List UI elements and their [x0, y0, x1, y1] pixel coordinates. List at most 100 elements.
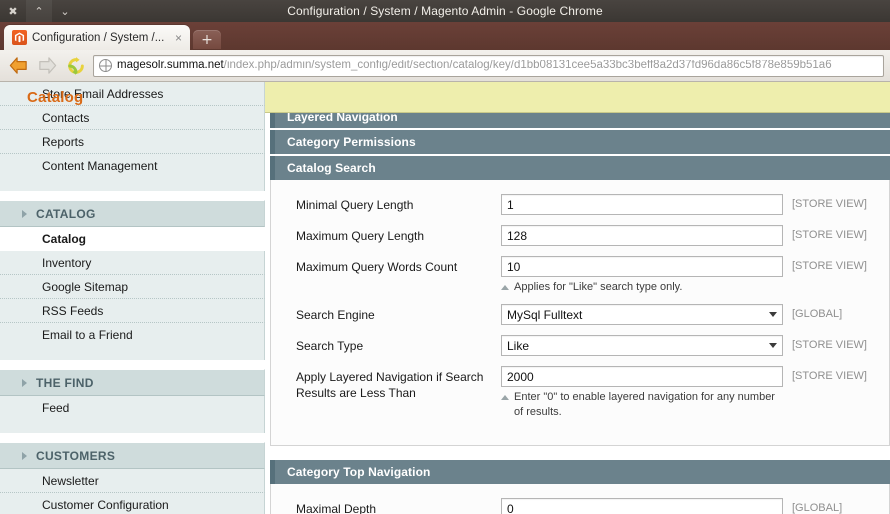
field-scope-maximal-depth: [GLOBAL]	[792, 502, 843, 514]
nav-group-padding	[0, 420, 265, 433]
select-value: MySql Fulltext	[507, 307, 583, 322]
sidebar-item-newsletter[interactable]: Newsletter	[0, 469, 265, 493]
field-scope-minimal-query-length: [STORE VIEW]	[792, 198, 867, 210]
section-header-category-top-navigation[interactable]: Category Top Navigation	[270, 460, 890, 484]
sidebar-item-label: Customer Configuration	[42, 498, 169, 512]
input-maximal-depth[interactable]: 0	[501, 498, 783, 514]
section-header-catalog-search[interactable]: Catalog Search	[270, 156, 890, 180]
nav-group-padding	[0, 178, 265, 191]
sidebar-item-catalog[interactable]: Catalog	[0, 227, 265, 251]
sidebar-item-feed[interactable]: Feed	[0, 396, 265, 420]
browser-tab[interactable]: Configuration / System /... ×	[4, 25, 190, 50]
window-close-icon[interactable]: ✖	[0, 0, 26, 22]
address-bar[interactable]: magesolr.summa.net/index.php/admin/syste…	[93, 54, 884, 77]
url-path: /index.php/admin/system_config/edit/sect…	[223, 59, 832, 71]
nav-group-padding	[0, 347, 265, 360]
chevron-right-icon	[22, 209, 27, 218]
sidebar-item-google-sitemap[interactable]: Google Sitemap	[0, 275, 265, 299]
nav-group-gap	[0, 360, 265, 369]
field-label-search-engine: Search Engine	[296, 308, 375, 322]
section-category-top-navigation: Category Top Navigation Maximal Depth 0 [GL…	[270, 460, 890, 514]
select-value: Like	[507, 338, 530, 353]
input-value: 0	[507, 501, 514, 514]
input-maximum-query-length[interactable]: 128	[501, 225, 783, 246]
section-header-category-permissions[interactable]: Category Permissions	[270, 130, 890, 154]
sidebar-group-label: THE FIND	[36, 375, 94, 390]
input-minimal-query-length[interactable]: 1	[501, 194, 783, 215]
new-tab-button[interactable]: +	[193, 30, 221, 49]
sidebar-item-email-to-a-friend[interactable]: Email to a Friend	[0, 323, 265, 347]
sidebar-item-label: Email to a Friend	[42, 328, 133, 342]
field-control-apply-layered-navigation-if-search-results-are-less-than: 2000 Enter "0" to enable layered navigati…	[501, 366, 783, 420]
field-label-minimal-query-length: Minimal Query Length	[296, 198, 414, 212]
config-content: PriceLayered Navigation Category Permiss…	[265, 82, 890, 514]
hint-triangle-icon	[501, 395, 509, 400]
field-row-search-engine: Search Engine MySql Fulltext [GLOBAL]	[271, 304, 889, 326]
globe-icon	[99, 59, 112, 72]
hint-triangle-icon	[501, 285, 509, 290]
nav-group-gap	[0, 433, 265, 442]
field-label-maximum-query-words-count: Maximum Query Words Count	[296, 260, 458, 274]
field-control-maximum-query-length: 128	[501, 225, 783, 246]
window-titlebar: ✖ ⌃ ⌄ Configuration / System / Magento A…	[0, 0, 890, 22]
sidebar-group-catalog[interactable]: CATALOG	[0, 200, 265, 227]
sidebar-item-label: Content Management	[42, 159, 158, 173]
browser-tab-title: Configuration / System /...	[32, 31, 165, 44]
input-maximum-query-words-count[interactable]: 10	[501, 256, 783, 277]
sidebar-item-label: Inventory	[42, 255, 92, 270]
section-list: Catalog Search Minimal Query Length 1 [STOR…	[270, 156, 890, 514]
section-catalog-search: Catalog Search Minimal Query Length 1 [STOR…	[270, 156, 890, 446]
input-value: 128	[507, 228, 528, 243]
field-control-minimal-query-length: 1	[501, 194, 783, 215]
sidebar-item-inventory[interactable]: Inventory	[0, 251, 265, 275]
back-button-icon[interactable]	[6, 54, 30, 78]
sidebar-item-customer-configuration[interactable]: Customer Configuration	[0, 493, 265, 514]
sidebar-group-customers[interactable]: CUSTOMERS	[0, 442, 265, 469]
sidebar-item-reports[interactable]: Reports	[0, 130, 265, 154]
select-search-type[interactable]: Like	[501, 335, 783, 356]
admin-page: Store Email Addresses Contacts Reports Cont…	[0, 82, 890, 514]
sidebar-item-label: Catalog	[42, 232, 87, 246]
field-control-search-engine: MySql Fulltext	[501, 304, 783, 325]
chevron-right-icon	[22, 451, 27, 460]
sidebar-group-the-find[interactable]: THE FIND	[0, 369, 265, 396]
field-control-maximal-depth: 0	[501, 498, 783, 514]
sidebar-item-label: Google Sitemap	[42, 279, 129, 294]
field-scope-apply-layered-navigation-if-search-results-are-less-than: [STORE VIEW]	[792, 370, 867, 382]
sidebar-item-contacts[interactable]: Contacts	[0, 106, 265, 130]
sidebar-group-label: CUSTOMERS	[36, 448, 116, 463]
sidebar-item-rss-feeds[interactable]: RSS Feeds	[0, 299, 265, 323]
sidebar-item-label: Contacts	[42, 110, 90, 125]
section-body: Maximal Depth 0 [GLOBAL]	[270, 484, 890, 514]
sidebar-item-label: Newsletter	[42, 473, 99, 488]
field-row-maximal-depth: Maximal Depth 0 [GLOBAL]	[271, 498, 889, 514]
field-row-maximum-query-words-count: Maximum Query Words Count 10 Applies for "…	[271, 256, 889, 295]
select-search-engine[interactable]: MySql Fulltext	[501, 304, 783, 325]
tab-close-icon[interactable]: ×	[173, 32, 184, 44]
sidebar-item-store-email-addresses[interactable]: Store Email Addresses	[0, 82, 265, 106]
window-minimize-icon[interactable]: ⌄	[52, 0, 78, 22]
message-overlay-band	[265, 82, 890, 113]
sidebar-item-content-management[interactable]: Content Management	[0, 154, 265, 178]
collapsed-sections: Category Permissions	[270, 130, 890, 154]
window-maximize-icon[interactable]: ⌃	[26, 0, 52, 22]
field-hint-text: Enter "0" to enable layered navigation f…	[514, 391, 775, 418]
section-header-title: Category Top Navigation	[287, 465, 431, 479]
field-scope-maximum-query-length: [STORE VIEW]	[792, 229, 867, 241]
config-sidebar: Store Email Addresses Contacts Reports Cont…	[0, 82, 265, 514]
input-apply-layered-navigation-if-search-results-are-less-than[interactable]: 2000	[501, 366, 783, 387]
address-bar-url: magesolr.summa.net/index.php/admin/syste…	[117, 60, 832, 72]
window-title: Configuration / System / Magento Admin -…	[287, 4, 603, 18]
sidebar-item-label: RSS Feeds	[42, 303, 104, 318]
field-scope-search-engine: [GLOBAL]	[792, 308, 843, 320]
chevron-down-icon	[769, 312, 777, 317]
reload-button-icon[interactable]	[64, 54, 88, 78]
chevron-down-icon	[769, 343, 777, 348]
field-control-search-type: Like	[501, 335, 783, 356]
browser-tab-strip: Configuration / System /... × +	[0, 22, 890, 50]
field-scope-search-type: [STORE VIEW]	[792, 339, 867, 351]
field-row-search-type: Search Type Like [STORE VIEW]	[271, 335, 889, 357]
config-nav-list: Store Email Addresses Contacts Reports Cont…	[0, 82, 265, 514]
field-hint-maximum-query-words-count: Applies for "Like" search type only.	[501, 280, 783, 295]
forward-button-icon	[35, 54, 59, 78]
